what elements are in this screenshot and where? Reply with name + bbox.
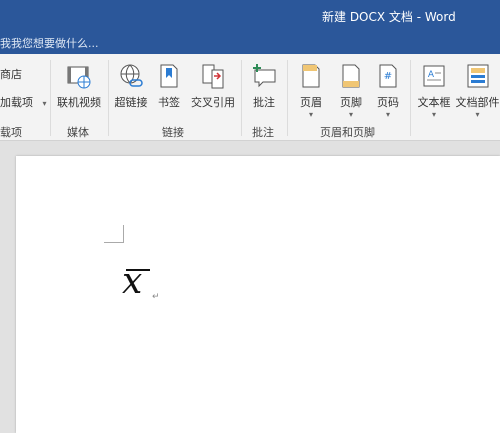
my-addins-button[interactable]: 加载项 ▾ bbox=[0, 94, 47, 110]
group-divider bbox=[287, 60, 288, 136]
addins-group-label: 载项 bbox=[0, 126, 22, 139]
header-button[interactable]: 页眉 ▾ bbox=[292, 60, 330, 119]
overbar bbox=[126, 269, 150, 271]
document-page[interactable] bbox=[16, 156, 500, 433]
cross-reference-label: 交叉引用 bbox=[191, 96, 235, 109]
store-button[interactable]: 商店 bbox=[0, 66, 22, 82]
title-bar: 新建 DOCX 文档 - Word bbox=[0, 0, 500, 32]
cross-reference-icon bbox=[202, 64, 224, 89]
cross-reference-button[interactable]: 交叉引用 bbox=[188, 60, 238, 118]
quick-parts-label: 文档部件 bbox=[455, 96, 500, 109]
header-label: 页眉 bbox=[300, 96, 322, 109]
hyperlink-label: 超链接 bbox=[114, 96, 148, 109]
header-icon bbox=[302, 64, 320, 88]
group-divider bbox=[241, 60, 242, 136]
online-video-button[interactable]: 联机视频 bbox=[54, 60, 104, 118]
equation-x-bar[interactable]: x bbox=[122, 261, 150, 302]
page-number-label: 页码 bbox=[377, 96, 399, 109]
bookmark-button[interactable]: 书签 bbox=[152, 60, 186, 118]
comment-label: 批注 bbox=[253, 96, 275, 109]
text-box-label: 文本框 bbox=[417, 96, 451, 109]
header-footer-group-label: 页眉和页脚 bbox=[320, 126, 375, 139]
hyperlink-icon bbox=[120, 64, 143, 87]
margin-corner-mark bbox=[104, 242, 124, 243]
page-number-button[interactable]: # 页码 ▾ bbox=[370, 60, 406, 119]
online-video-icon bbox=[67, 66, 91, 89]
svg-text:#: # bbox=[384, 71, 392, 82]
chevron-down-icon: ▾ bbox=[42, 99, 47, 108]
margin-corner-mark bbox=[123, 225, 124, 243]
ribbon-insert-tab: 商店 加载项 ▾ 载项 联机视频 媒体 超链接 书签 交叉引用 链接 批注 批注… bbox=[0, 54, 500, 141]
page-number-icon: # bbox=[379, 64, 397, 88]
store-label: 商店 bbox=[0, 68, 22, 81]
footer-button[interactable]: 页脚 ▾ bbox=[332, 60, 370, 119]
comment-icon bbox=[253, 64, 276, 88]
media-group-label: 媒体 bbox=[67, 126, 89, 139]
paragraph-mark: ↵ bbox=[152, 292, 160, 302]
tell-me-row: 我我您想要做什么... bbox=[0, 32, 500, 54]
footer-icon bbox=[342, 64, 360, 88]
hyperlink-button[interactable]: 超链接 bbox=[112, 60, 150, 118]
my-addins-label: 加载项 bbox=[0, 96, 33, 109]
bookmark-label: 书签 bbox=[158, 96, 180, 109]
online-video-label: 联机视频 bbox=[57, 96, 101, 109]
quick-parts-icon bbox=[467, 64, 488, 88]
chevron-down-icon: ▾ bbox=[385, 110, 390, 119]
window-title: 新建 DOCX 文档 - Word bbox=[322, 10, 456, 24]
tell-me-search[interactable]: 我我您想要做什么... bbox=[0, 35, 99, 51]
bookmark-icon bbox=[160, 64, 178, 88]
chevron-down-icon: ▾ bbox=[431, 110, 436, 119]
comments-group-label: 批注 bbox=[252, 126, 274, 139]
svg-text:A: A bbox=[428, 70, 435, 80]
chevron-down-icon: ▾ bbox=[348, 110, 353, 119]
group-divider bbox=[50, 60, 51, 136]
chevron-down-icon: ▾ bbox=[475, 110, 480, 119]
text-box-button[interactable]: A 文本框 ▾ bbox=[414, 60, 454, 119]
links-group-label: 链接 bbox=[162, 126, 184, 139]
group-divider bbox=[108, 60, 109, 136]
new-comment-button[interactable]: 批注 bbox=[246, 60, 282, 118]
footer-label: 页脚 bbox=[340, 96, 362, 109]
chevron-down-icon: ▾ bbox=[308, 110, 313, 119]
equation-text: x bbox=[122, 261, 143, 302]
quick-parts-button[interactable]: 文档部件 ▾ bbox=[455, 60, 500, 119]
text-box-icon: A bbox=[423, 65, 445, 87]
group-divider bbox=[410, 60, 411, 136]
